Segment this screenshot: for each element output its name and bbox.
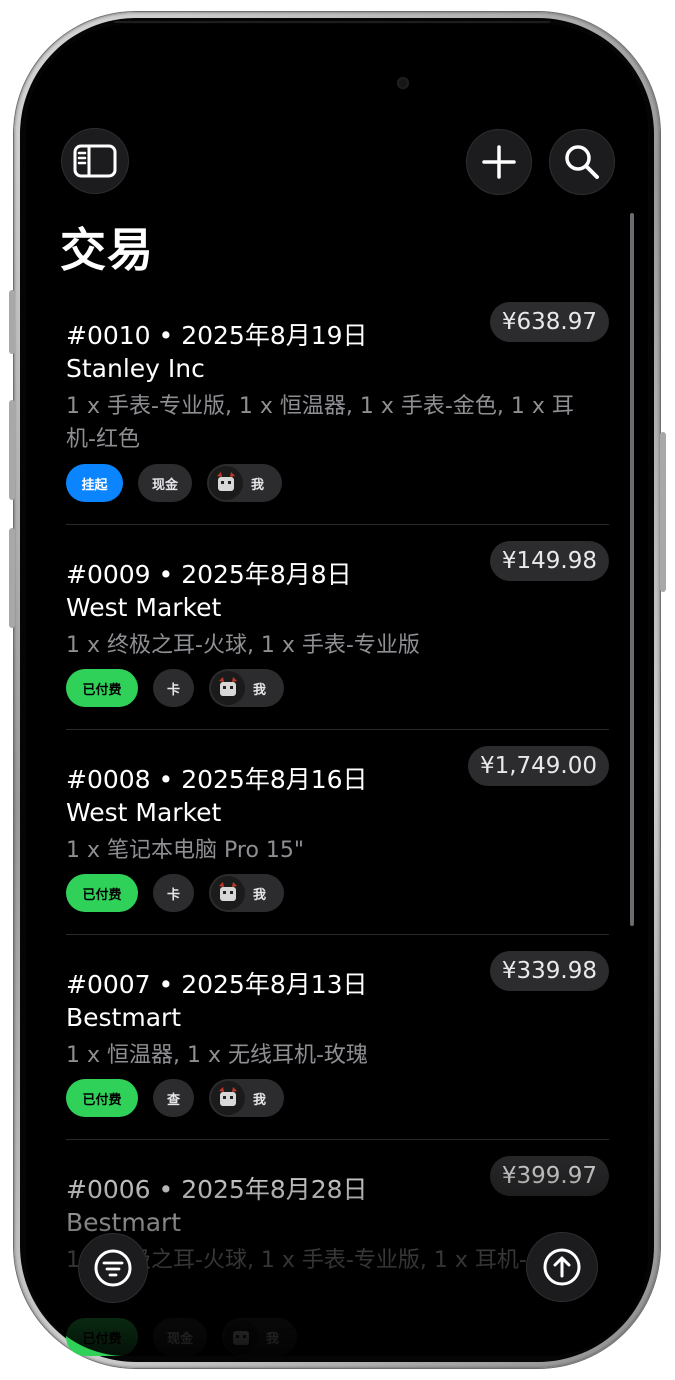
- tag-row: 挂起 现金 我: [66, 464, 297, 502]
- page-title: 交易: [60, 223, 154, 277]
- tag-row: 已付费 卡 我: [66, 669, 299, 707]
- status-badge: 已付费: [66, 1079, 138, 1117]
- avatar-icon: [211, 671, 246, 705]
- side-button-volume-up: [9, 400, 15, 500]
- search-icon: [565, 145, 599, 179]
- status-badge: 已付费: [66, 669, 138, 707]
- transaction-row[interactable]: #0008 • 2025年8月16日 ¥1,749.00 West Market…: [66, 746, 609, 920]
- avatar-icon: [211, 876, 246, 910]
- transaction-header: #0006 • 2025年8月28日: [66, 1175, 368, 1204]
- amount-badge: ¥1,749.00: [467, 746, 609, 786]
- sidebar-icon: [73, 144, 117, 178]
- arrow-up-icon: [543, 1248, 581, 1286]
- scrollbar[interactable]: [630, 213, 634, 926]
- user-name: 我: [251, 477, 265, 493]
- payment-method-badge: 查: [153, 1079, 195, 1117]
- status-badge: 已付费: [66, 1318, 138, 1356]
- customer-name: Stanley Inc: [66, 354, 205, 383]
- transaction-row[interactable]: #0007 • 2025年8月13日 ¥339.98 Bestmart 1 x …: [66, 951, 609, 1125]
- filter-button[interactable]: [78, 1233, 148, 1303]
- side-button-action: [9, 290, 15, 354]
- avatar-icon: [224, 1320, 259, 1354]
- tag-row: 已付费 查 我: [66, 1079, 299, 1117]
- user-name: 我: [253, 682, 267, 698]
- row-divider: [66, 524, 609, 525]
- avatar-icon: [209, 466, 244, 500]
- items-summary: 1 x 终极之耳-火球, 1 x 手表-专业版: [66, 633, 420, 658]
- payment-method-badge: 卡: [153, 669, 195, 707]
- amount-badge: ¥149.98: [489, 541, 609, 581]
- user-badge: 我: [209, 874, 285, 912]
- top-edge-line: [114, 21, 550, 23]
- side-button-power: [660, 432, 666, 592]
- user-name: 我: [253, 1092, 267, 1108]
- user-badge: 我: [209, 1079, 285, 1117]
- payment-method-badge: 卡: [153, 874, 195, 912]
- user-name: 我: [266, 1331, 280, 1347]
- customer-name: West Market: [66, 593, 222, 622]
- user-badge: 我: [222, 1318, 298, 1356]
- plus-icon: [482, 145, 516, 179]
- add-button[interactable]: [466, 129, 532, 195]
- row-divider: [66, 1139, 609, 1140]
- tag-row: 已付费 现金 我: [66, 1318, 312, 1356]
- customer-name: West Market: [66, 798, 222, 827]
- user-badge: 我: [207, 464, 283, 502]
- items-summary: 1 x 手表-专业版, 1 x 恒温器, 1 x 手表-金色, 1 x 耳机-红…: [66, 394, 574, 452]
- items-summary: 1 x 恒温器, 1 x 无线耳机-玫瑰: [66, 1043, 368, 1068]
- transaction-header: #0007 • 2025年8月13日: [66, 970, 368, 999]
- avatar-icon: [211, 1081, 246, 1115]
- scroll-top-button[interactable]: [526, 1232, 598, 1302]
- amount-badge: ¥399.97: [489, 1156, 609, 1196]
- row-divider: [66, 729, 609, 730]
- filter-icon: [94, 1249, 132, 1287]
- front-camera: [397, 77, 409, 89]
- user-name: 我: [253, 887, 267, 903]
- tag-row: 已付费 卡 我: [66, 874, 299, 912]
- status-badge: 已付费: [66, 874, 138, 912]
- customer-name: Bestmart: [66, 1208, 182, 1237]
- transaction-row[interactable]: #0010 • 2025年8月19日 ¥638.97 Stanley Inc 1…: [66, 302, 609, 506]
- amount-badge: ¥638.97: [489, 302, 609, 342]
- payment-method-badge: 现金: [138, 464, 193, 502]
- status-badge: 挂起: [66, 464, 123, 502]
- sidebar-button[interactable]: [61, 128, 129, 194]
- payment-method-badge: 现金: [153, 1318, 208, 1356]
- user-badge: 我: [209, 669, 285, 707]
- transaction-row[interactable]: #0009 • 2025年8月8日 ¥149.98 West Market 1 …: [66, 541, 609, 715]
- items-summary: 1 x 笔记本电脑 Pro 15": [66, 838, 305, 863]
- row-divider: [66, 934, 609, 935]
- search-button[interactable]: [549, 129, 615, 195]
- customer-name: Bestmart: [66, 1003, 182, 1032]
- side-button-volume-down: [9, 528, 15, 628]
- transaction-header: #0010 • 2025年8月19日: [66, 321, 368, 350]
- transaction-header: #0009 • 2025年8月8日: [66, 560, 352, 589]
- transaction-header: #0008 • 2025年8月16日: [66, 765, 368, 794]
- amount-badge: ¥339.98: [489, 951, 609, 991]
